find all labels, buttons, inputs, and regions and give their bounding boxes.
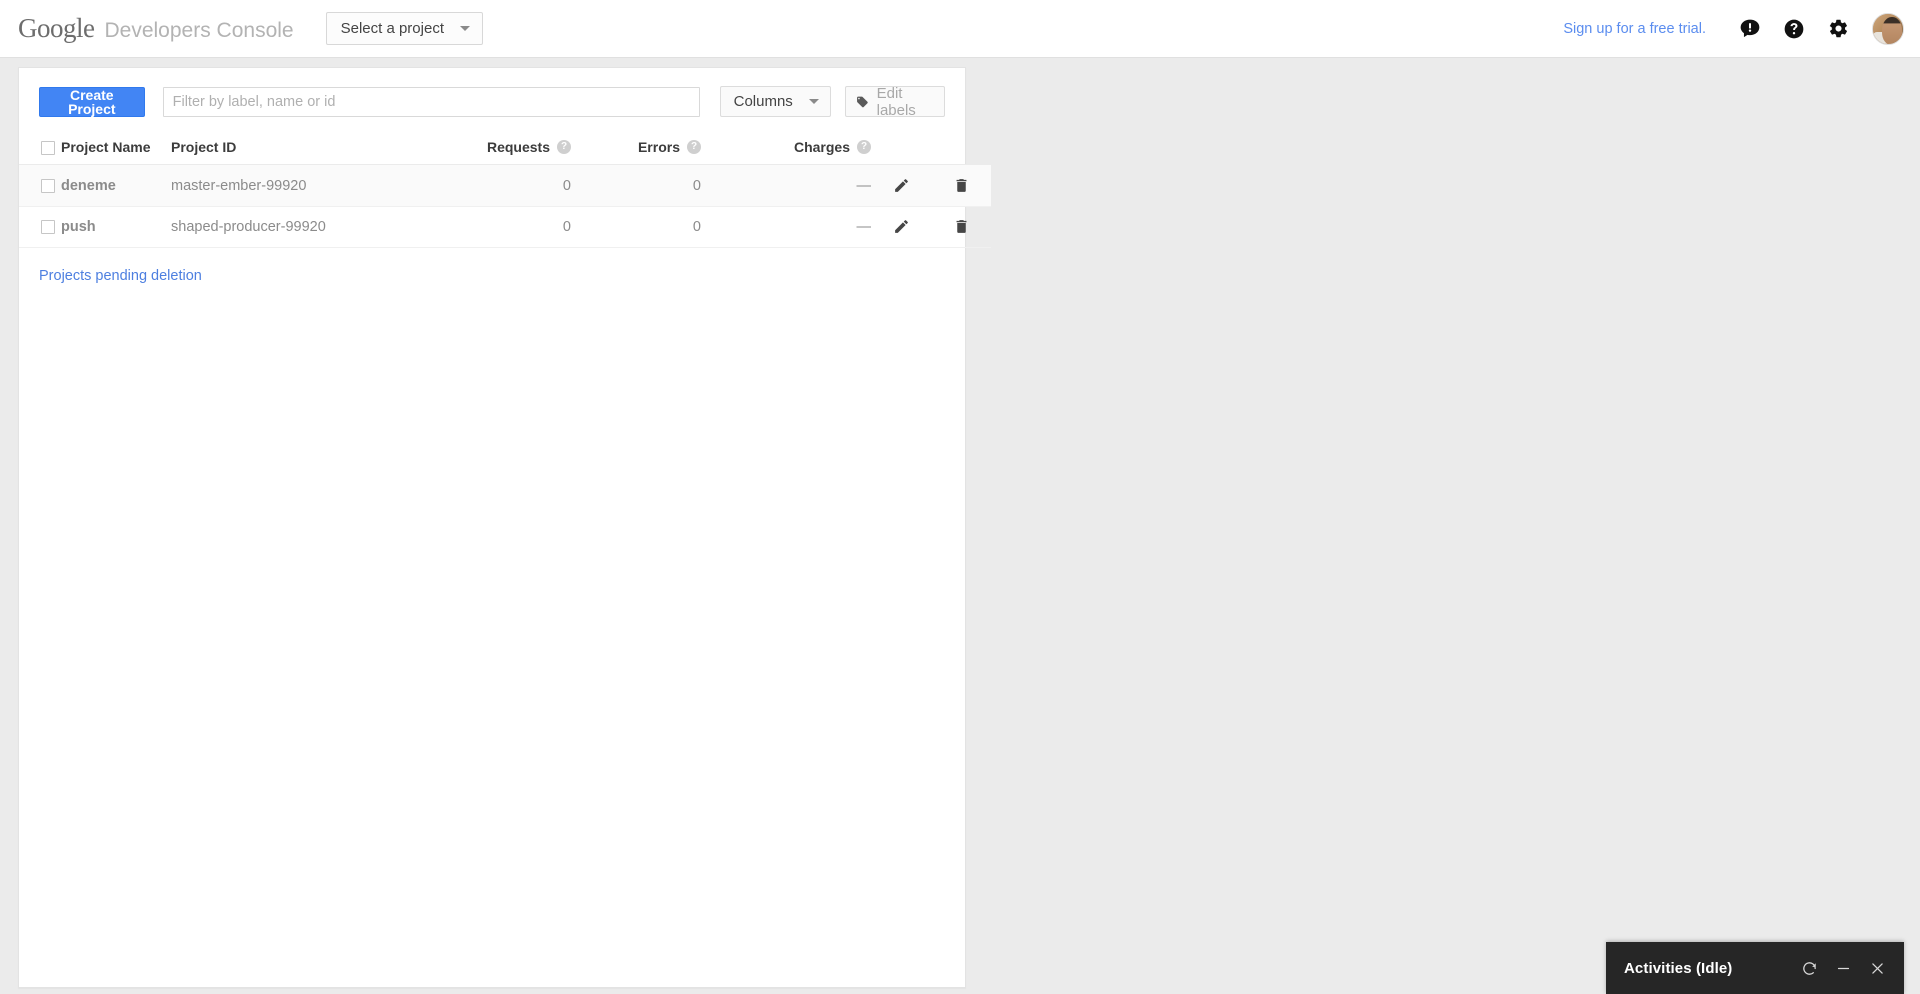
refresh-icon	[1802, 961, 1816, 975]
header-delete-actions	[931, 135, 991, 166]
create-project-button[interactable]: Create Project	[39, 86, 145, 117]
header-charges-label: Charges	[793, 139, 850, 156]
project-selector-label: Select a project	[340, 20, 444, 37]
header-project-name-label: Project Name	[61, 139, 151, 156]
tag-icon	[856, 96, 868, 107]
charges-help-icon[interactable]: ?	[857, 140, 871, 155]
filter-input[interactable]	[162, 86, 700, 117]
free-trial-link[interactable]: Sign up for a free trial.	[1563, 21, 1706, 37]
top-header-bar: Google Developers Console Select a proje…	[0, 0, 1920, 58]
select-all-header	[19, 135, 61, 166]
projects-card: Create Project Columns Edit labels Proje…	[18, 67, 991, 988]
activities-refresh-button[interactable]	[1796, 955, 1822, 981]
row-delete-cell	[931, 164, 991, 207]
delete-project-button[interactable]	[948, 215, 974, 239]
row-requests: 0	[411, 206, 571, 249]
help-icon-button[interactable]	[1772, 7, 1816, 51]
chevron-down-icon	[459, 26, 470, 31]
chevron-down-icon	[808, 99, 819, 104]
header-errors-label: Errors	[637, 139, 680, 156]
row-requests: 0	[411, 164, 571, 207]
avatar-face	[1882, 16, 1902, 44]
row-edit-cell	[871, 164, 931, 207]
row-errors: 0	[571, 164, 701, 207]
columns-button-label: Columns	[733, 93, 793, 110]
settings-icon-button[interactable]	[1816, 7, 1860, 51]
brand-product-text: Developers Console	[104, 19, 294, 42]
row-select-cell	[19, 206, 61, 249]
header-project-id[interactable]: Project ID	[171, 135, 411, 166]
header-actions: Sign up for a free trial.	[1563, 7, 1920, 51]
edit-project-button[interactable]	[888, 173, 914, 197]
row-delete-cell	[931, 206, 991, 249]
pencil-icon	[894, 178, 908, 192]
activities-minimize-button[interactable]	[1830, 955, 1856, 981]
row-charges: —	[701, 164, 871, 207]
help-circle-icon	[1784, 19, 1804, 38]
pencil-icon	[894, 220, 908, 234]
edit-labels-label: Edit labels	[876, 84, 916, 119]
header-errors[interactable]: Errors ?	[571, 135, 701, 166]
row-select-cell	[19, 164, 61, 207]
edit-labels-button[interactable]: Edit labels	[844, 84, 945, 119]
table-header-row: Project Name Project ID Requests ? Error…	[19, 135, 991, 166]
trash-icon	[956, 220, 966, 234]
close-icon	[1871, 962, 1883, 974]
row-checkbox[interactable]	[41, 178, 55, 193]
activities-title: Activities (Idle)	[1624, 959, 1733, 977]
header-project-id-label: Project ID	[171, 139, 237, 156]
activities-controls	[1796, 955, 1890, 981]
user-avatar[interactable]	[1872, 12, 1904, 45]
minimize-icon	[1837, 967, 1849, 969]
projects-pending-deletion-link[interactable]: Projects pending deletion	[39, 268, 202, 284]
header-requests[interactable]: Requests ?	[411, 135, 571, 166]
row-edit-cell	[871, 206, 931, 249]
edit-project-button[interactable]	[888, 215, 914, 239]
brand-google-text: Google	[18, 13, 95, 43]
brand-logo[interactable]: Google Developers Console	[18, 15, 294, 42]
header-edit-actions	[871, 135, 931, 166]
select-all-checkbox[interactable]	[41, 141, 55, 156]
row-checkbox[interactable]	[41, 220, 55, 235]
projects-table: Project Name Project ID Requests ? Error…	[19, 135, 991, 249]
gear-icon	[1829, 19, 1847, 38]
alert-bubble-icon-button[interactable]	[1728, 7, 1772, 51]
row-project-name: deneme	[61, 164, 171, 207]
header-charges[interactable]: Charges ?	[701, 135, 871, 166]
activities-close-button[interactable]	[1864, 955, 1890, 981]
delete-project-button[interactable]	[948, 173, 974, 197]
header-project-name[interactable]: Project Name	[61, 135, 171, 166]
table-row[interactable]: push shaped-producer-99920 0 0 —	[19, 206, 991, 249]
row-project-id: shaped-producer-99920	[171, 206, 411, 249]
table-row[interactable]: deneme master-ember-99920 0 0 —	[19, 164, 991, 207]
columns-button[interactable]: Columns	[719, 86, 831, 117]
alert-bubble-icon	[1740, 19, 1760, 37]
requests-help-icon[interactable]: ?	[557, 140, 571, 155]
row-project-id: master-ember-99920	[171, 164, 411, 207]
activities-panel: Activities (Idle)	[1606, 942, 1904, 994]
header-requests-label: Requests	[486, 139, 550, 156]
trash-icon	[956, 178, 966, 192]
projects-toolbar: Create Project Columns Edit labels	[19, 68, 965, 119]
errors-help-icon[interactable]: ?	[687, 140, 701, 155]
project-selector-dropdown[interactable]: Select a project	[325, 12, 483, 45]
projects-table-body: deneme master-ember-99920 0 0 — push sha…	[19, 164, 991, 249]
row-charges: —	[701, 206, 871, 249]
row-project-name: push	[61, 206, 171, 249]
projects-table-head: Project Name Project ID Requests ? Error…	[19, 135, 991, 166]
row-errors: 0	[571, 206, 701, 249]
